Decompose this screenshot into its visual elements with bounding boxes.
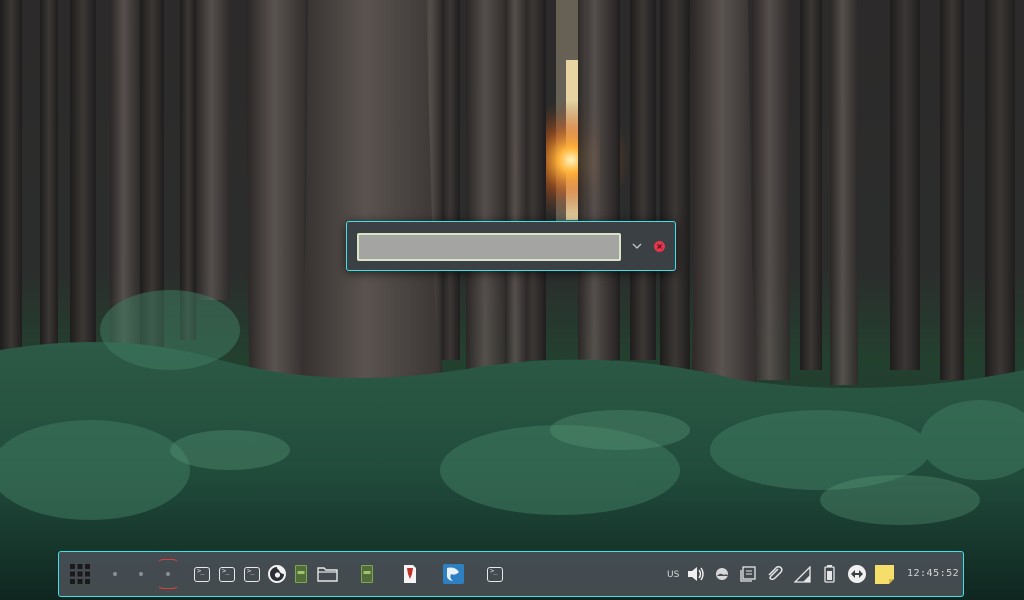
libreoffice-icon: [404, 565, 416, 583]
chevron-down-icon: [632, 243, 642, 249]
workspace-3-active[interactable]: [157, 552, 179, 596]
taskbar-app-terminal-4[interactable]: [485, 552, 505, 596]
run-dialog: [346, 221, 676, 271]
text-editor-icon: [295, 565, 307, 583]
taskbar-app-text-editor[interactable]: [293, 552, 309, 596]
clipboard-button[interactable]: [738, 552, 758, 596]
terminal-icon: [487, 566, 503, 582]
battery-button[interactable]: [819, 552, 839, 596]
terminal-icon: [219, 566, 235, 582]
taskbar-app-terminal-2[interactable]: [217, 552, 237, 596]
taskbar-app-terminal-3[interactable]: [242, 552, 262, 596]
firefox-icon: [268, 565, 286, 583]
expand-button[interactable]: [629, 238, 645, 254]
signal-button[interactable]: [792, 552, 812, 596]
volume-button[interactable]: [685, 552, 707, 596]
taskbar-app-files[interactable]: [315, 552, 339, 596]
workspace-2[interactable]: [131, 552, 151, 596]
attachment-button[interactable]: [764, 552, 786, 596]
clock[interactable]: 12:45:52: [907, 552, 959, 596]
sticky-notes-button[interactable]: [873, 552, 895, 596]
sticky-note-icon: [874, 564, 894, 584]
taskbar: US: [58, 551, 964, 597]
taskbar-app-firefox[interactable]: [266, 552, 288, 596]
close-button[interactable]: [654, 241, 665, 252]
terminal-icon: [244, 566, 260, 582]
battery-icon: [823, 565, 835, 583]
run-command-input[interactable]: [357, 233, 621, 261]
app-grid-icon: [70, 564, 90, 584]
workspace-dot: [139, 572, 143, 576]
keyboard-layout-indicator[interactable]: US: [667, 552, 679, 596]
taskbar-app-text-editor-2[interactable]: [359, 552, 375, 596]
taskbar-app-libreoffice[interactable]: [401, 552, 419, 596]
clipboard-icon: [740, 566, 756, 582]
workspace-dot: [113, 572, 117, 576]
network-icon: [848, 565, 866, 583]
weather-button[interactable]: [712, 552, 732, 596]
signal-icon: [793, 565, 811, 583]
close-icon: [657, 244, 662, 249]
desktop-wallpaper: [0, 0, 1024, 600]
libreoffice-draw-icon: [442, 564, 464, 584]
weather-icon: [716, 568, 728, 580]
taskbar-app-terminal-1[interactable]: [192, 552, 212, 596]
attachment-icon: [768, 566, 783, 581]
workspace-1[interactable]: [105, 552, 125, 596]
folder-icon: [316, 567, 338, 582]
active-workspace-indicator: [157, 559, 179, 589]
volume-icon: [688, 567, 704, 581]
taskbar-app-libreoffice-draw[interactable]: [441, 552, 465, 596]
app-launcher-button[interactable]: [67, 552, 93, 596]
terminal-icon: [194, 566, 210, 582]
network-button[interactable]: [845, 552, 869, 596]
text-editor-icon: [361, 565, 373, 583]
